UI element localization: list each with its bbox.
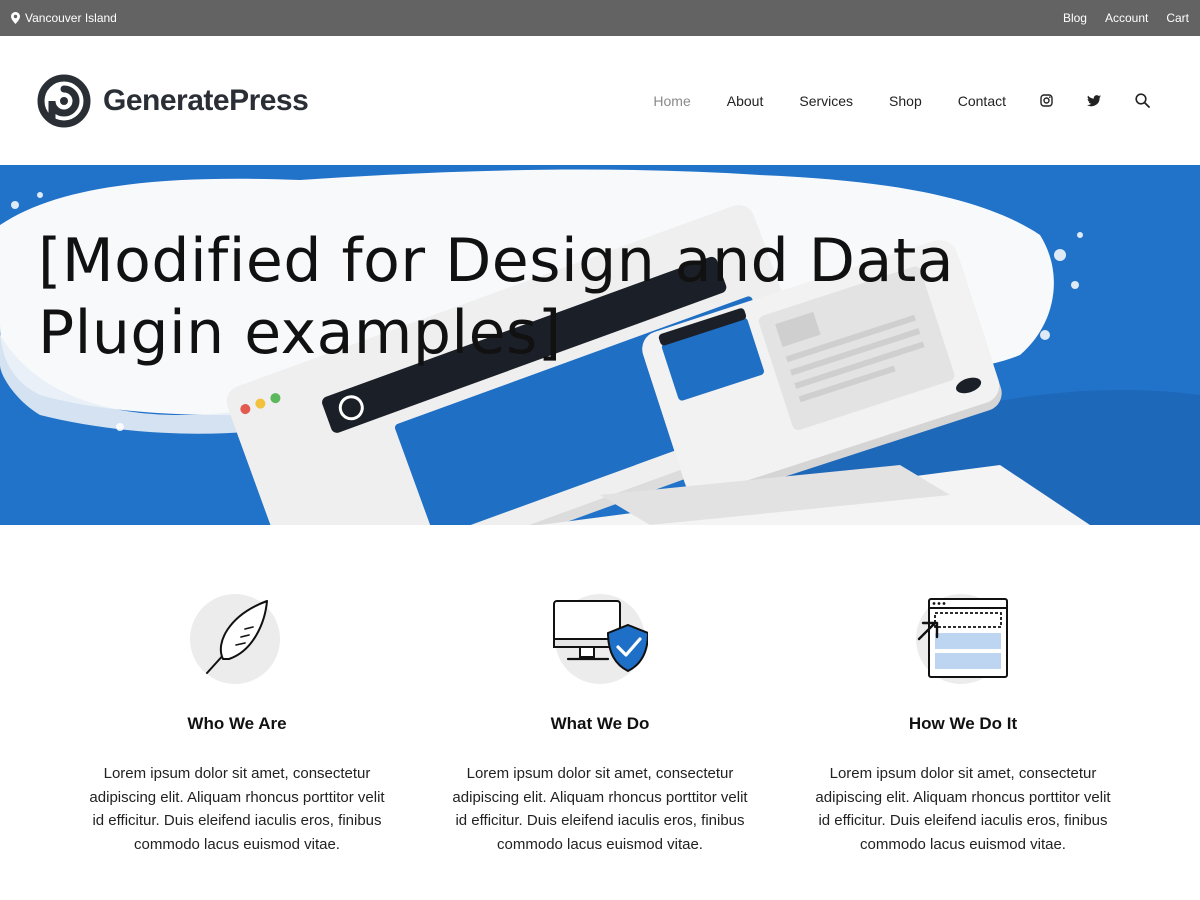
- brand-name: GeneratePress: [103, 83, 309, 117]
- generatepress-logo-icon: [37, 74, 91, 127]
- hero-banner: [Modified for Design and Data Plugin exa…: [0, 165, 1200, 525]
- account-link[interactable]: Account: [1105, 11, 1148, 25]
- monitor-shield-icon: [552, 593, 650, 689]
- nav-contact[interactable]: Contact: [958, 93, 1006, 109]
- search-icon[interactable]: [1134, 93, 1150, 109]
- top-bar: Vancouver Island Blog Account Cart: [0, 0, 1200, 36]
- location-info: Vancouver Island: [11, 11, 117, 25]
- main-navigation: Home About Services Shop Contact: [653, 93, 1150, 109]
- nav-services[interactable]: Services: [799, 93, 853, 109]
- feature-title: What We Do: [550, 714, 650, 733]
- twitter-icon[interactable]: [1086, 93, 1102, 109]
- hero-title: [Modified for Design and Data Plugin exa…: [38, 225, 1038, 369]
- feature-text: Lorem ipsum dolor sit amet, consectetur …: [89, 765, 385, 853]
- blog-link[interactable]: Blog: [1063, 11, 1087, 25]
- nav-about[interactable]: About: [727, 93, 764, 109]
- location-text: Vancouver Island: [25, 11, 117, 25]
- hero-title-line-1: [Modified for Design and Data: [38, 226, 955, 296]
- nav-home[interactable]: Home: [653, 93, 690, 109]
- features-section: Who We Are Lorem ipsum dolor sit amet, c…: [0, 525, 1200, 856]
- feature-how-we-do-it: How We Do It Lorem ipsum dolor sit amet,…: [782, 593, 1145, 856]
- feature-text: Lorem ipsum dolor sit amet, consectetur …: [815, 765, 1111, 853]
- feature-title: Who We Are: [187, 714, 287, 733]
- feature-what-we-do: What We Do Lorem ipsum dolor sit amet, c…: [419, 593, 782, 856]
- feather-icon: [189, 593, 285, 689]
- cart-link[interactable]: Cart: [1166, 11, 1189, 25]
- site-header: GeneratePress Home About Services Shop C…: [0, 36, 1200, 165]
- hero-title-line-2: Plugin examples]: [38, 298, 562, 368]
- feature-text: Lorem ipsum dolor sit amet, consectetur …: [452, 765, 748, 853]
- nav-shop[interactable]: Shop: [889, 93, 922, 109]
- browser-cursor-icon: [915, 593, 1011, 689]
- instagram-icon[interactable]: [1038, 93, 1054, 109]
- map-pin-icon: [11, 12, 20, 24]
- feature-title: How We Do It: [908, 714, 1018, 733]
- top-bar-links: Blog Account Cart: [1063, 11, 1189, 25]
- site-brand[interactable]: GeneratePress: [37, 74, 309, 128]
- feature-who-we-are: Who We Are Lorem ipsum dolor sit amet, c…: [56, 593, 419, 856]
